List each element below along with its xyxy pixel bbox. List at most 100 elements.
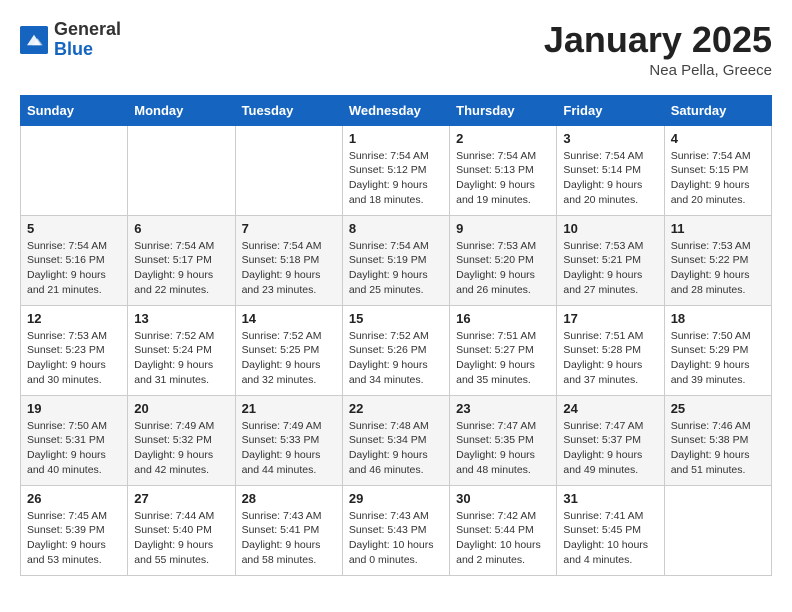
day-number: 11 [671, 221, 765, 236]
sunset-label: Sunset: 5:19 PM [349, 254, 427, 266]
day-number: 10 [563, 221, 657, 236]
header: General Blue January 2025 Nea Pella, Gre… [20, 20, 772, 79]
column-header-friday: Friday [557, 95, 664, 125]
daylight-label: Daylight: 9 hours and 31 minutes. [134, 359, 213, 386]
sunrise-label: Sunrise: 7:54 AM [27, 240, 107, 252]
calendar-table: SundayMondayTuesdayWednesdayThursdayFrid… [20, 95, 772, 576]
day-number: 24 [563, 401, 657, 416]
sunset-label: Sunset: 5:33 PM [242, 434, 320, 446]
day-cell: 24 Sunrise: 7:47 AMSunset: 5:37 PMDayligh… [557, 395, 664, 485]
sunrise-label: Sunrise: 7:54 AM [349, 150, 429, 162]
day-info: Sunrise: 7:54 AMSunset: 5:19 PMDaylight:… [349, 239, 443, 298]
daylight-label: Daylight: 9 hours and 23 minutes. [242, 269, 321, 296]
daylight-label: Daylight: 9 hours and 48 minutes. [456, 449, 535, 476]
column-header-wednesday: Wednesday [342, 95, 449, 125]
daylight-label: Daylight: 9 hours and 53 minutes. [27, 539, 106, 566]
sunrise-label: Sunrise: 7:41 AM [563, 510, 643, 522]
day-number: 12 [27, 311, 121, 326]
sunrise-label: Sunrise: 7:54 AM [671, 150, 751, 162]
day-info: Sunrise: 7:54 AMSunset: 5:18 PMDaylight:… [242, 239, 336, 298]
daylight-label: Daylight: 9 hours and 18 minutes. [349, 179, 428, 206]
day-info: Sunrise: 7:51 AMSunset: 5:28 PMDaylight:… [563, 329, 657, 388]
day-cell [664, 485, 771, 575]
daylight-label: Daylight: 9 hours and 44 minutes. [242, 449, 321, 476]
day-number: 2 [456, 131, 550, 146]
sunset-label: Sunset: 5:12 PM [349, 164, 427, 176]
sunrise-label: Sunrise: 7:44 AM [134, 510, 214, 522]
logo-text: General Blue [54, 20, 121, 60]
sunrise-label: Sunrise: 7:51 AM [456, 330, 536, 342]
day-number: 9 [456, 221, 550, 236]
day-number: 5 [27, 221, 121, 236]
day-cell: 9 Sunrise: 7:53 AMSunset: 5:20 PMDaylight… [450, 215, 557, 305]
day-cell: 14Sunrise: 7:52 AMSunset: 5:25 PMDayligh… [235, 305, 342, 395]
day-info: Sunrise: 7:51 AMSunset: 5:27 PMDaylight:… [456, 329, 550, 388]
day-cell: 15Sunrise: 7:52 AMSunset: 5:26 PMDayligh… [342, 305, 449, 395]
day-info: Sunrise: 7:48 AMSunset: 5:34 PMDaylight:… [349, 419, 443, 478]
day-info: Sunrise: 7:47 AMSunset: 5:37 PMDaylight:… [563, 419, 657, 478]
week-row-4: 19Sunrise: 7:50 AMSunset: 5:31 PMDayligh… [21, 395, 772, 485]
day-cell: 11Sunrise: 7:53 AMSunset: 5:22 PMDayligh… [664, 215, 771, 305]
day-number: 20 [134, 401, 228, 416]
sunrise-label: Sunrise: 7:52 AM [349, 330, 429, 342]
day-cell: 10Sunrise: 7:53 AMSunset: 5:21 PMDayligh… [557, 215, 664, 305]
week-row-5: 26Sunrise: 7:45 AMSunset: 5:39 PMDayligh… [21, 485, 772, 575]
day-info: Sunrise: 7:52 AMSunset: 5:26 PMDaylight:… [349, 329, 443, 388]
day-cell: 30Sunrise: 7:42 AMSunset: 5:44 PMDayligh… [450, 485, 557, 575]
sunset-label: Sunset: 5:44 PM [456, 524, 534, 536]
sunrise-label: Sunrise: 7:53 AM [27, 330, 107, 342]
sunset-label: Sunset: 5:31 PM [27, 434, 105, 446]
day-cell: 21 Sunrise: 7:49 AM Sunset: 5:33 PM Dayligh… [235, 395, 342, 485]
day-cell: 3Sunrise: 7:54 AMSunset: 5:14 PMDaylight… [557, 125, 664, 215]
sunset-label: Sunset: 5:21 PM [563, 254, 641, 266]
sunset-label: Sunset: 5:37 PM [563, 434, 641, 446]
daylight-label: Daylight: 9 hours and 26 minutes. [456, 269, 535, 296]
sunset-label: Sunset: 5:40 PM [134, 524, 212, 536]
daylight-label: Daylight: 9 hours and 28 minutes. [671, 269, 750, 296]
logo-blue: Blue [54, 40, 121, 60]
daylight-label: Daylight: 9 hours and 35 minutes. [456, 359, 535, 386]
day-info: Sunrise: 7:46 AMSunset: 5:38 PMDaylight:… [671, 419, 765, 478]
sunrise-label: Sunrise: 7:54 AM [134, 240, 214, 252]
day-info: Sunrise: 7:43 AMSunset: 5:43 PMDaylight:… [349, 509, 443, 568]
day-number: 31 [563, 491, 657, 506]
daylight-label: Daylight: 9 hours and 49 minutes. [563, 449, 642, 476]
day-cell: 1 Sunrise: 7:54 AM Sunset: 5:12 PM Daylight… [342, 125, 449, 215]
daylight-label: Daylight: 10 hours and 0 minutes. [349, 539, 434, 566]
day-cell: 29Sunrise: 7:43 AMSunset: 5:43 PMDayligh… [342, 485, 449, 575]
day-info: Sunrise: 7:53 AMSunset: 5:23 PMDaylight:… [27, 329, 121, 388]
daylight-label: Daylight: 9 hours and 30 minutes. [27, 359, 106, 386]
sunset-label: Sunset: 5:39 PM [27, 524, 105, 536]
daylight-label: Daylight: 9 hours and 55 minutes. [134, 539, 213, 566]
sunset-label: Sunset: 5:38 PM [671, 434, 749, 446]
week-row-2: 5 Sunrise: 7:54 AMSunset: 5:16 PMDaylight… [21, 215, 772, 305]
day-cell [21, 125, 128, 215]
day-info: Sunrise: 7:50 AMSunset: 5:31 PMDaylight:… [27, 419, 121, 478]
day-info: Sunrise: 7:49 AMSunset: 5:32 PMDaylight:… [134, 419, 228, 478]
day-info: Sunrise: 7:54 AMSunset: 5:16 PMDaylight:… [27, 239, 121, 298]
daylight-label: Daylight: 9 hours and 22 minutes. [134, 269, 213, 296]
day-info: Sunrise: 7:53 AMSunset: 5:20 PMDaylight:… [456, 239, 550, 298]
sunrise-label: Sunrise: 7:49 AM [242, 420, 322, 432]
day-cell [235, 125, 342, 215]
sunset-label: Sunset: 5:13 PM [456, 164, 534, 176]
column-header-sunday: Sunday [21, 95, 128, 125]
sunrise-label: Sunrise: 7:54 AM [349, 240, 429, 252]
day-info: Sunrise: 7:42 AMSunset: 5:44 PMDaylight:… [456, 509, 550, 568]
sunset-label: Sunset: 5:26 PM [349, 344, 427, 356]
sunrise-label: Sunrise: 7:50 AM [671, 330, 751, 342]
daylight-label: Daylight: 10 hours and 4 minutes. [563, 539, 648, 566]
day-number: 13 [134, 311, 228, 326]
daylight-label: Daylight: 9 hours and 40 minutes. [27, 449, 106, 476]
day-info: Sunrise: 7:41 AMSunset: 5:45 PMDaylight:… [563, 509, 657, 568]
day-cell: 2Sunrise: 7:54 AMSunset: 5:13 PMDaylight… [450, 125, 557, 215]
sunset-label: Sunset: 5:41 PM [242, 524, 320, 536]
day-info: Sunrise: 7:52 AMSunset: 5:25 PMDaylight:… [242, 329, 336, 388]
sunrise-label: Sunrise: 7:49 AM [134, 420, 214, 432]
sunset-label: Sunset: 5:28 PM [563, 344, 641, 356]
day-number: 1 [349, 131, 443, 146]
sunset-label: Sunset: 5:20 PM [456, 254, 534, 266]
day-cell: 12 Sunrise: 7:53 AMSunset: 5:23 PMDayligh… [21, 305, 128, 395]
day-info: Sunrise: 7:47 AMSunset: 5:35 PMDaylight:… [456, 419, 550, 478]
day-number: 21 [242, 401, 336, 416]
